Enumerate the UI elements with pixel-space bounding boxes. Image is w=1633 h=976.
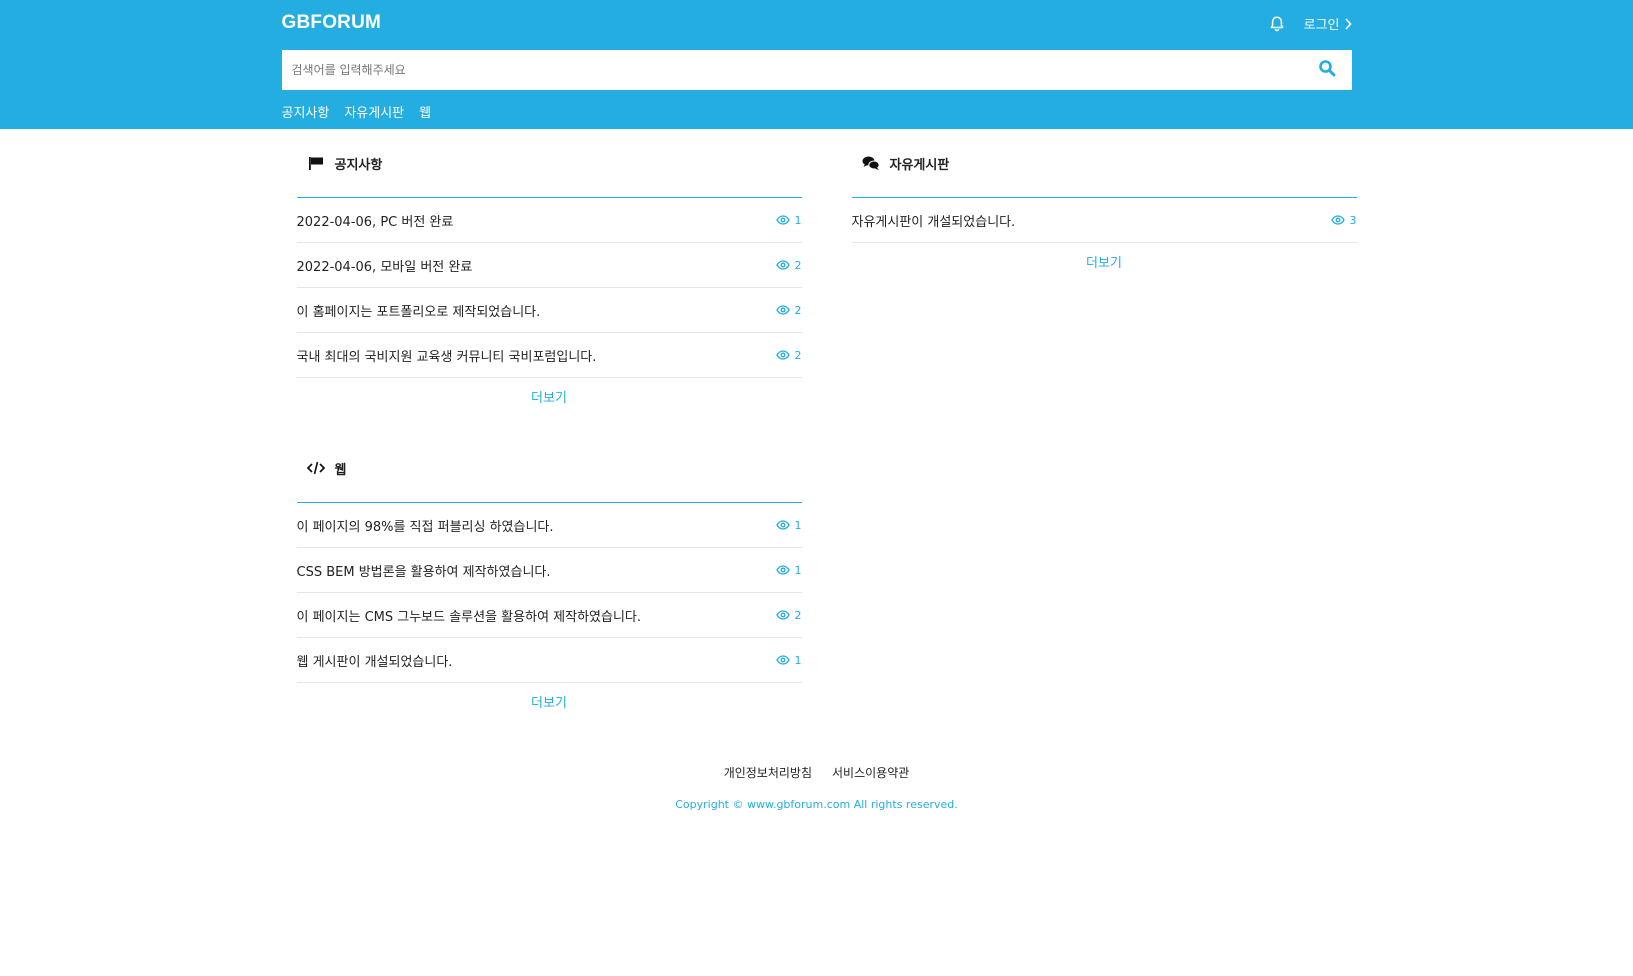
eye-icon — [775, 260, 790, 270]
site-footer: 개인정보처리방침 서비스이용약관 Copyright © www.gbforum… — [0, 764, 1633, 811]
view-count: 1 — [775, 653, 802, 667]
view-count: 1 — [775, 563, 802, 577]
site-logo[interactable]: GBFORUM — [282, 12, 382, 34]
post-title: 국내 최대의 국비지원 교육생 커뮤니티 국비포럼입니다. — [296, 349, 597, 365]
view-count-value: 1 — [794, 563, 802, 577]
list-item[interactable]: 2022-04-06, 모바일 버전 완료 2 — [296, 243, 802, 288]
login-label: 로그인 — [1303, 18, 1340, 33]
view-count-value: 1 — [794, 213, 802, 227]
eye-icon — [775, 610, 790, 620]
list-item[interactable]: 2022-04-06, PC 버전 완료 1 — [296, 198, 802, 243]
list-item[interactable]: 자유게시판이 개설되었습니다. 3 — [851, 198, 1357, 243]
board-title: 웹 — [296, 434, 802, 503]
list-item[interactable]: CSS BEM 방법론을 활용하여 제작하였습니다. 1 — [296, 548, 802, 593]
search-bar — [281, 50, 1352, 90]
free-board: 자유게시판 자유게시판이 개설되었습니다. 3 더보기 — [851, 129, 1357, 288]
more-link[interactable]: 더보기 — [297, 683, 802, 728]
more-link[interactable]: 더보기 — [852, 243, 1357, 288]
post-title: 웹 게시판이 개설되었습니다. — [296, 654, 453, 670]
main-nav: 공지사항 자유게시판 웹 — [282, 102, 432, 121]
eye-icon — [775, 520, 790, 530]
list-item[interactable]: 이 홈페이지는 포트폴리오로 제작되었습니다. 2 — [296, 288, 802, 333]
list-item[interactable]: 국내 최대의 국비지원 교육생 커뮤니티 국비포럼입니다. 2 — [296, 333, 802, 378]
search-icon — [1318, 59, 1336, 81]
view-count-value: 2 — [794, 608, 802, 622]
eye-icon — [775, 215, 790, 225]
view-count: 1 — [775, 518, 802, 532]
view-count: 2 — [775, 608, 802, 622]
eye-icon — [775, 565, 790, 575]
view-count-value: 3 — [1349, 213, 1357, 227]
nav-item-notice[interactable]: 공지사항 — [282, 102, 330, 121]
eye-icon — [775, 655, 790, 665]
chevron-right-icon — [1344, 17, 1352, 30]
nav-item-free-board[interactable]: 자유게시판 — [344, 102, 404, 121]
board-title-label: 자유게시판 — [889, 157, 950, 173]
eye-icon — [775, 350, 790, 360]
footer-links: 개인정보처리방침 서비스이용약관 — [0, 764, 1633, 781]
post-title: 이 페이지의 98%를 직접 퍼블리싱 하였습니다. — [296, 519, 554, 535]
post-title: 자유게시판이 개설되었습니다. — [851, 214, 1016, 230]
view-count-value: 2 — [794, 258, 802, 272]
flag-icon — [307, 155, 325, 171]
list-item[interactable]: 이 페이지는 CMS 그누보드 솔루션을 활용하여 제작하였습니다. 2 — [296, 593, 802, 638]
board-title-label: 공지사항 — [334, 157, 383, 173]
copyright-text: Copyright © www.gbforum.com All rights r… — [675, 798, 958, 811]
board-title: 공지사항 — [296, 129, 802, 198]
code-icon — [306, 460, 325, 476]
privacy-policy-link[interactable]: 개인정보처리방침 — [724, 764, 812, 781]
web-board: 웹 이 페이지의 98%를 직접 퍼블리싱 하였습니다. 1 CSS BEM 방… — [296, 434, 802, 728]
view-count: 2 — [775, 348, 802, 362]
view-count: 3 — [1330, 213, 1357, 227]
post-title: 2022-04-06, PC 버전 완료 — [296, 214, 454, 230]
view-count-value: 1 — [794, 653, 802, 667]
search-input[interactable] — [281, 50, 1302, 90]
login-link[interactable]: 로그인 — [1304, 14, 1352, 33]
view-count-value: 1 — [794, 518, 802, 532]
view-count: 1 — [775, 213, 802, 227]
comments-icon — [862, 155, 880, 171]
eye-icon — [775, 305, 790, 315]
terms-of-service-link[interactable]: 서비스이용약관 — [832, 764, 909, 781]
more-link[interactable]: 더보기 — [297, 378, 802, 423]
post-title: 이 페이지는 CMS 그누보드 솔루션을 활용하여 제작하였습니다. — [296, 609, 642, 625]
notice-board: 공지사항 2022-04-06, PC 버전 완료 1 2022-04-06, … — [296, 129, 802, 423]
board-title-label: 웹 — [334, 462, 347, 478]
main-content: 공지사항 2022-04-06, PC 버전 완료 1 2022-04-06, … — [287, 129, 1357, 729]
list-item[interactable]: 웹 게시판이 개설되었습니다. 1 — [296, 638, 802, 683]
post-title: 이 홈페이지는 포트폴리오로 제작되었습니다. — [296, 304, 541, 320]
bell-icon[interactable] — [1268, 15, 1286, 33]
view-count-value: 2 — [794, 303, 802, 317]
list-item[interactable]: 이 페이지의 98%를 직접 퍼블리싱 하였습니다. 1 — [296, 503, 802, 548]
board-title: 자유게시판 — [851, 129, 1357, 198]
view-count: 2 — [775, 258, 802, 272]
site-header: GBFORUM 로그인 공지사항 자유게시판 웹 — [0, 0, 1633, 129]
view-count: 2 — [775, 303, 802, 317]
nav-item-web[interactable]: 웹 — [419, 102, 431, 121]
view-count-value: 2 — [794, 348, 802, 362]
eye-icon — [1330, 215, 1345, 225]
post-title: 2022-04-06, 모바일 버전 완료 — [296, 259, 473, 275]
search-button[interactable] — [1302, 50, 1352, 90]
post-title: CSS BEM 방법론을 활용하여 제작하였습니다. — [296, 564, 551, 580]
